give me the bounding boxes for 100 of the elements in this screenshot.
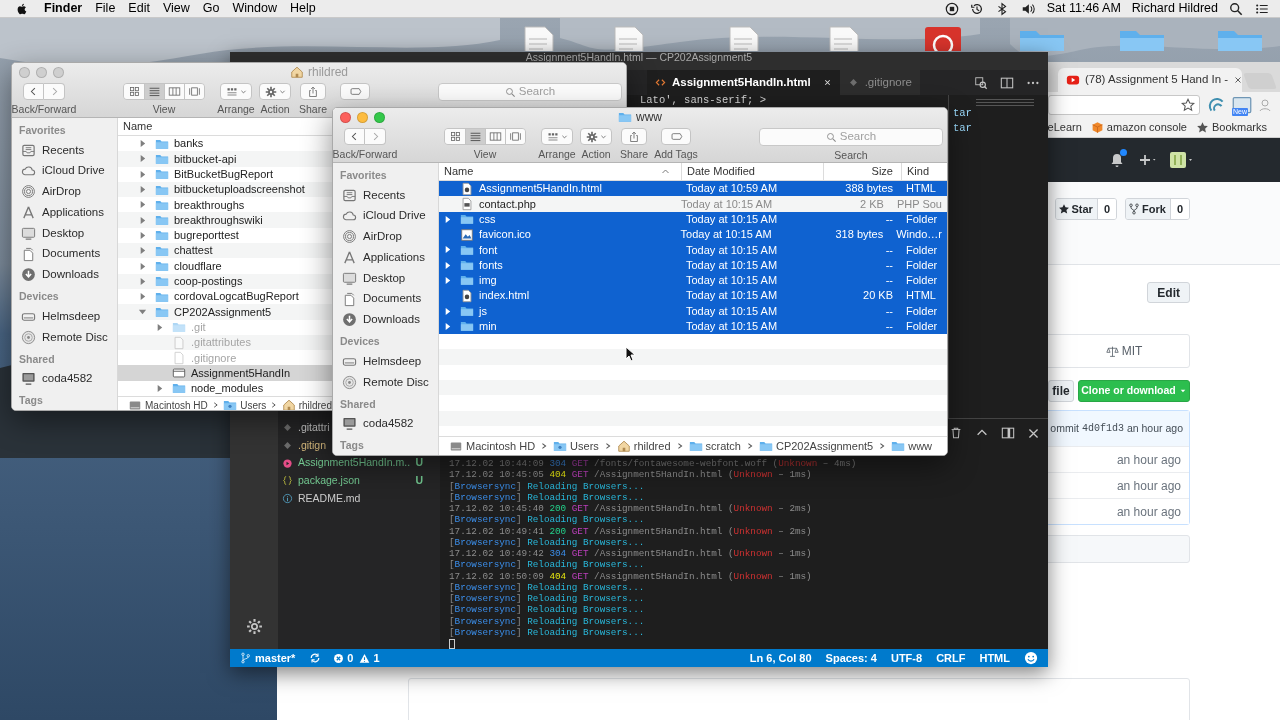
view-mode-button[interactable] bbox=[164, 84, 184, 99]
share-button[interactable] bbox=[621, 128, 647, 145]
file-row[interactable]: Assignment5HandIn bbox=[118, 365, 332, 381]
view-mode-button[interactable] bbox=[124, 84, 144, 99]
problems-indicator[interactable]: 0 1 bbox=[333, 649, 380, 667]
swirl-icon[interactable] bbox=[1208, 96, 1226, 114]
path-item[interactable]: rhildred bbox=[616, 437, 671, 455]
trash-icon[interactable] bbox=[949, 426, 963, 440]
path-item[interactable]: rhildred bbox=[281, 397, 332, 410]
sidebar-item[interactable]: Recents bbox=[333, 184, 438, 206]
explorer-item[interactable]: .gitattri bbox=[282, 421, 330, 434]
menu-item[interactable]: Go bbox=[202, 0, 220, 18]
path-item[interactable]: Users bbox=[553, 437, 599, 455]
tags-button[interactable] bbox=[340, 83, 370, 100]
disclosure-triangle-icon[interactable] bbox=[138, 307, 147, 317]
explorer-item[interactable]: Assignment5HandIn.m.. bbox=[282, 457, 411, 470]
bookmark[interactable]: eLearn bbox=[1047, 119, 1082, 136]
bookmark[interactable]: Bookmarks bbox=[1195, 119, 1267, 136]
sidebar-item[interactable]: Helmsdeep bbox=[12, 306, 117, 327]
action-button[interactable] bbox=[259, 83, 291, 100]
browser-tab[interactable]: (78) Assignment 5 Hand In - bbox=[1058, 68, 1242, 92]
bookmark[interactable]: amazon console bbox=[1090, 119, 1187, 136]
disclosure-triangle-icon[interactable] bbox=[138, 215, 147, 225]
sidebar-item[interactable]: Desktop bbox=[12, 222, 117, 244]
close-icon[interactable] bbox=[822, 78, 832, 87]
plus-icon[interactable] bbox=[1139, 153, 1156, 167]
notification-button[interactable] bbox=[1109, 152, 1125, 168]
status-item[interactable]: UTF-8 bbox=[890, 649, 923, 667]
disclosure-triangle-icon[interactable] bbox=[138, 169, 147, 179]
star-button[interactable]: Star bbox=[1055, 199, 1098, 219]
edit-button[interactable]: Edit bbox=[1147, 282, 1190, 303]
path-item[interactable]: Macintosh HD bbox=[449, 437, 536, 455]
sidebar-item[interactable]: Downloads bbox=[12, 264, 117, 286]
menu-item[interactable]: File bbox=[95, 0, 116, 18]
address-field[interactable] bbox=[1048, 95, 1200, 115]
disclosure-triangle-icon[interactable] bbox=[443, 306, 452, 316]
column-header[interactable]: Kind bbox=[901, 163, 947, 180]
menu-item[interactable]: Edit bbox=[128, 0, 150, 18]
file-row[interactable]: breakthroughswiki bbox=[118, 212, 332, 228]
sidebar-item[interactable]: Remote Disc bbox=[12, 326, 117, 348]
commit-sha[interactable]: 4d0f1d3 bbox=[1081, 421, 1124, 436]
action-button[interactable] bbox=[580, 128, 612, 145]
disclosure-triangle-icon[interactable] bbox=[155, 322, 164, 332]
zoom-button[interactable] bbox=[374, 112, 385, 123]
status-item[interactable]: Spaces: 4 bbox=[825, 649, 877, 667]
close-button[interactable] bbox=[340, 112, 351, 123]
file-row[interactable]: fonts Today at 10:15 AM -- Folder bbox=[439, 257, 947, 273]
sidebar-item[interactable]: Applications bbox=[333, 247, 438, 268]
view-mode-button[interactable] bbox=[485, 129, 505, 144]
view-mode-button[interactable] bbox=[144, 84, 164, 99]
path-item[interactable]: Macintosh HD bbox=[128, 397, 208, 410]
column-header[interactable]: Name bbox=[439, 163, 681, 180]
disclosure-triangle-icon[interactable] bbox=[443, 260, 452, 270]
branch-indicator[interactable]: master* bbox=[240, 649, 296, 667]
file-row[interactable]: chattest bbox=[118, 243, 332, 259]
view-mode-button[interactable] bbox=[184, 84, 204, 99]
file-row[interactable]: contact.php Today at 10:15 AM 2 KB PHP Sou bbox=[439, 196, 947, 212]
status-item[interactable]: Ln 6, Col 80 bbox=[749, 649, 812, 667]
person-icon[interactable] bbox=[1257, 97, 1273, 113]
record-icon[interactable] bbox=[944, 1, 959, 16]
file-row[interactable]: CP202Assignment5 bbox=[118, 304, 332, 320]
disclosure-triangle-icon[interactable] bbox=[138, 230, 147, 240]
search-icon[interactable] bbox=[1229, 1, 1243, 16]
sidebar-item[interactable]: AirDrop bbox=[333, 226, 438, 248]
open-preview-icon[interactable] bbox=[974, 75, 988, 90]
menu-item[interactable]: Help bbox=[289, 0, 316, 18]
close-icon[interactable] bbox=[1233, 75, 1244, 85]
status-item[interactable]: CRLF bbox=[936, 649, 966, 667]
disclosure-triangle-icon[interactable] bbox=[443, 214, 452, 224]
file-row[interactable]: Assignment5HandIn.html Today at 10:59 AM 388 bytes HTML bbox=[439, 181, 947, 197]
share-button[interactable] bbox=[300, 83, 326, 100]
sidebar-item[interactable]: coda4582 bbox=[12, 368, 117, 390]
column-header[interactable]: Size bbox=[823, 163, 901, 180]
column-header[interactable]: Date Modified bbox=[681, 163, 823, 180]
view-mode-button[interactable] bbox=[445, 129, 465, 144]
disclosure-triangle-icon[interactable] bbox=[138, 276, 147, 286]
disclosure-triangle-icon[interactable] bbox=[138, 185, 147, 195]
disclosure-triangle-icon[interactable] bbox=[155, 383, 164, 393]
sidebar-item[interactable]: Downloads bbox=[333, 309, 438, 331]
settings-icon[interactable] bbox=[245, 618, 263, 635]
sidebar-item[interactable]: Recents bbox=[12, 139, 117, 161]
view-mode-button[interactable] bbox=[465, 129, 485, 144]
sidebar-item[interactable]: Documents bbox=[333, 288, 438, 310]
disclosure-triangle-icon[interactable] bbox=[138, 200, 147, 210]
app-icon[interactable] bbox=[923, 25, 963, 51]
sidebar-item[interactable]: Documents bbox=[12, 243, 117, 265]
sidebar-item[interactable]: Applications bbox=[12, 202, 117, 223]
path-item[interactable]: www bbox=[891, 437, 933, 455]
avatar-icon[interactable] bbox=[1170, 152, 1192, 168]
tags-button[interactable] bbox=[661, 128, 691, 145]
disclosure-triangle-icon[interactable] bbox=[443, 275, 452, 285]
file-row[interactable]: index.html Today at 10:15 AM 20 KB HTML bbox=[439, 288, 947, 304]
explorer-item[interactable]: README.md bbox=[282, 492, 361, 505]
disclosure-triangle-icon[interactable] bbox=[443, 321, 452, 331]
disclosure-triangle-icon[interactable] bbox=[138, 292, 147, 302]
sidebar-item[interactable]: AirDrop bbox=[12, 181, 117, 203]
arrange-button[interactable] bbox=[541, 128, 573, 145]
fork-button[interactable]: Fork bbox=[1126, 199, 1171, 219]
editor-tab[interactable]: Assignment5HandIn.html bbox=[647, 70, 840, 95]
editor-tab[interactable]: .gitignore bbox=[839, 70, 920, 95]
